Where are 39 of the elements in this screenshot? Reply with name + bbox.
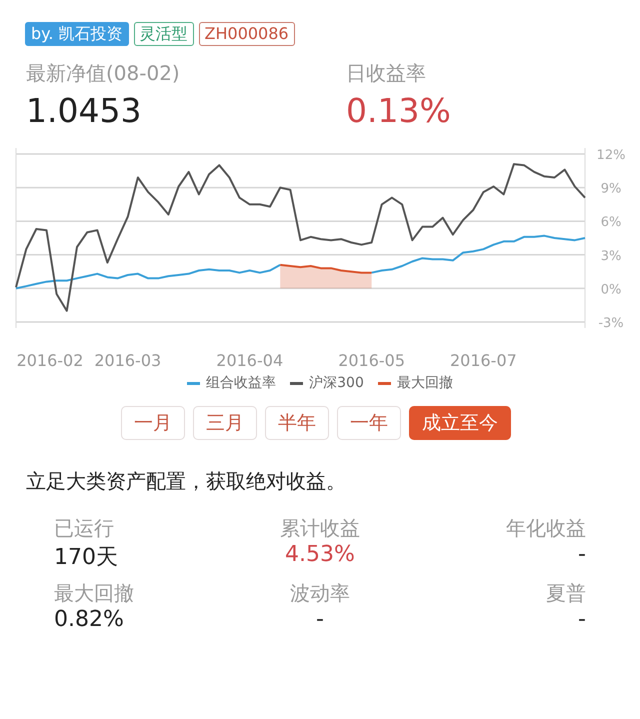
stat-label: 最大回撤 xyxy=(54,580,134,607)
stat-label: 夏普 xyxy=(546,580,586,607)
legend-label: 最大回撤 xyxy=(396,374,453,392)
tag-label: ZH000086 xyxy=(198,22,295,46)
tag-label: by. 凯石投资 xyxy=(25,22,129,46)
stat-value: 0.82% xyxy=(54,607,124,632)
metric-label: 日收益率 xyxy=(346,60,427,87)
period-tab[interactable]: 一年 xyxy=(337,406,401,440)
motto-text: 立足大类资产配置，获取绝对收益。 xyxy=(25,468,347,495)
tag-label: 灵活型 xyxy=(134,22,194,46)
y-tick-label: 9% xyxy=(600,182,622,197)
stat-label: 已运行 xyxy=(54,515,114,542)
stat-label: 波动率 xyxy=(290,580,350,607)
y-tick-label: 0% xyxy=(600,282,622,298)
metric-value: 1.0453 xyxy=(26,91,142,130)
stat-value: - xyxy=(316,607,324,632)
stat-value: - xyxy=(578,607,586,632)
x-tick-label: 2016-02 xyxy=(16,351,84,370)
legend-label: 沪深300 xyxy=(309,374,364,392)
x-tick-label: 2016-07 xyxy=(450,351,517,370)
stat-value: - xyxy=(578,542,586,567)
period-tab[interactable]: 半年 xyxy=(265,406,329,440)
x-tick-label: 2016-04 xyxy=(216,351,284,370)
x-tick-label: 2016-03 xyxy=(94,351,162,370)
metric-label: 最新净值(08-02) xyxy=(26,60,181,87)
stat-label: 累计收益 xyxy=(280,515,360,542)
legend-label: 组合收益率 xyxy=(206,374,276,392)
stat-label: 年化收益 xyxy=(506,515,586,542)
y-tick-label: 12% xyxy=(596,148,626,163)
period-tab[interactable]: 一月 xyxy=(121,406,185,440)
metric-value: 0.13% xyxy=(346,91,452,130)
period-tab[interactable]: 三月 xyxy=(193,406,257,440)
y-tick-label: -3% xyxy=(598,316,624,331)
period-tab[interactable]: 成立至今 xyxy=(409,406,511,440)
y-tick-label: 6% xyxy=(600,215,622,230)
stat-value: 4.53% xyxy=(285,542,355,567)
x-tick-label: 2016-05 xyxy=(338,351,406,370)
stat-value: 170天 xyxy=(54,544,118,572)
y-tick-label: 3% xyxy=(600,248,622,264)
